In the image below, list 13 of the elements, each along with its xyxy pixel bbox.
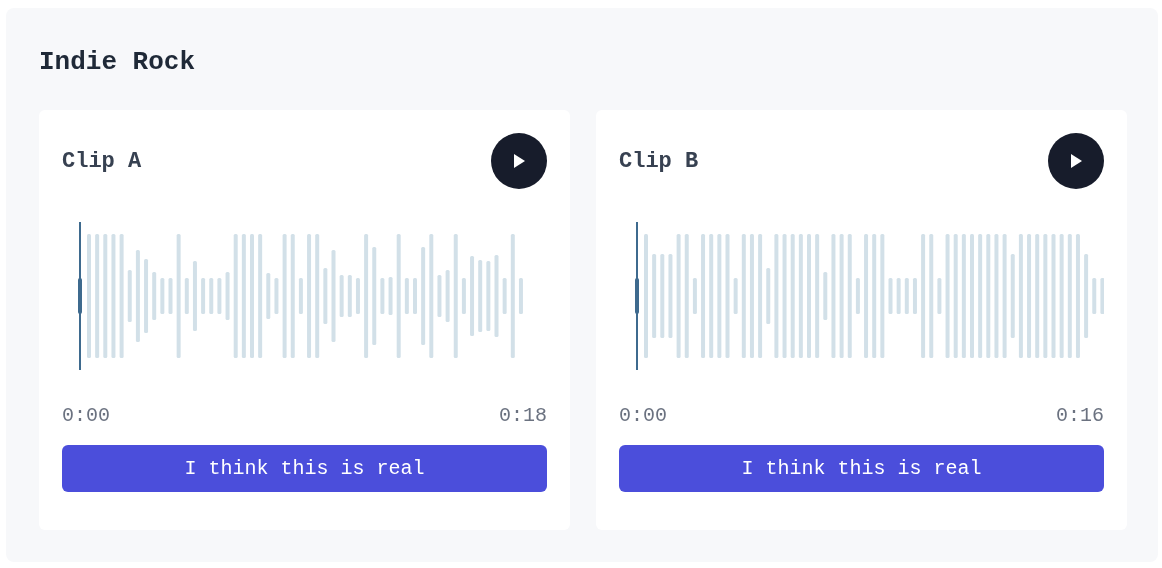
play-button[interactable] — [1048, 133, 1104, 189]
start-time: 0:00 — [62, 403, 110, 429]
vote-button[interactable]: I think this is real — [62, 445, 547, 492]
play-icon — [513, 154, 525, 168]
vote-button[interactable]: I think this is real — [619, 445, 1104, 492]
play-button[interactable] — [491, 133, 547, 189]
end-time: 0:16 — [1056, 403, 1104, 429]
start-time: 0:00 — [619, 403, 667, 429]
clip-title: Clip B — [619, 147, 699, 176]
section-title: Indie Rock — [39, 46, 196, 79]
play-icon — [1070, 154, 1082, 168]
end-time: 0:18 — [499, 403, 547, 429]
clip-title: Clip A — [62, 147, 142, 176]
